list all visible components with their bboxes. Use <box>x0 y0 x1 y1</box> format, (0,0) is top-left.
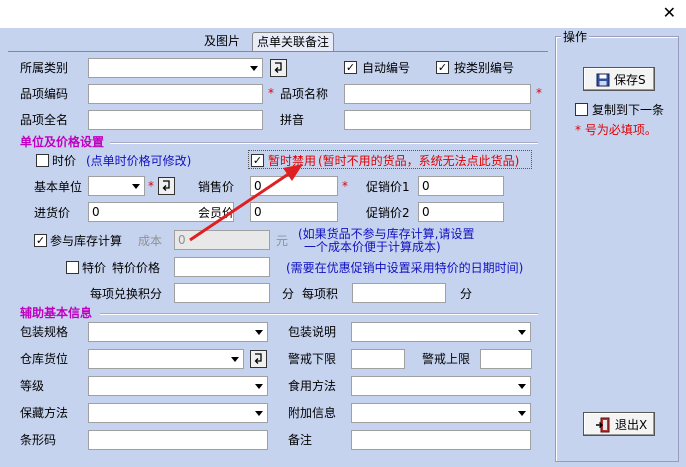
annotation-arrow-icon <box>189 164 303 242</box>
form-client-area: 及图片 点单关联备注 所属类别 ✓ 自动编号 ✓ 按类别编号 品项编码 * 品项… <box>0 28 686 467</box>
close-icon[interactable]: ✕ <box>663 4 676 22</box>
title-bar: ✕ <box>0 0 686 28</box>
